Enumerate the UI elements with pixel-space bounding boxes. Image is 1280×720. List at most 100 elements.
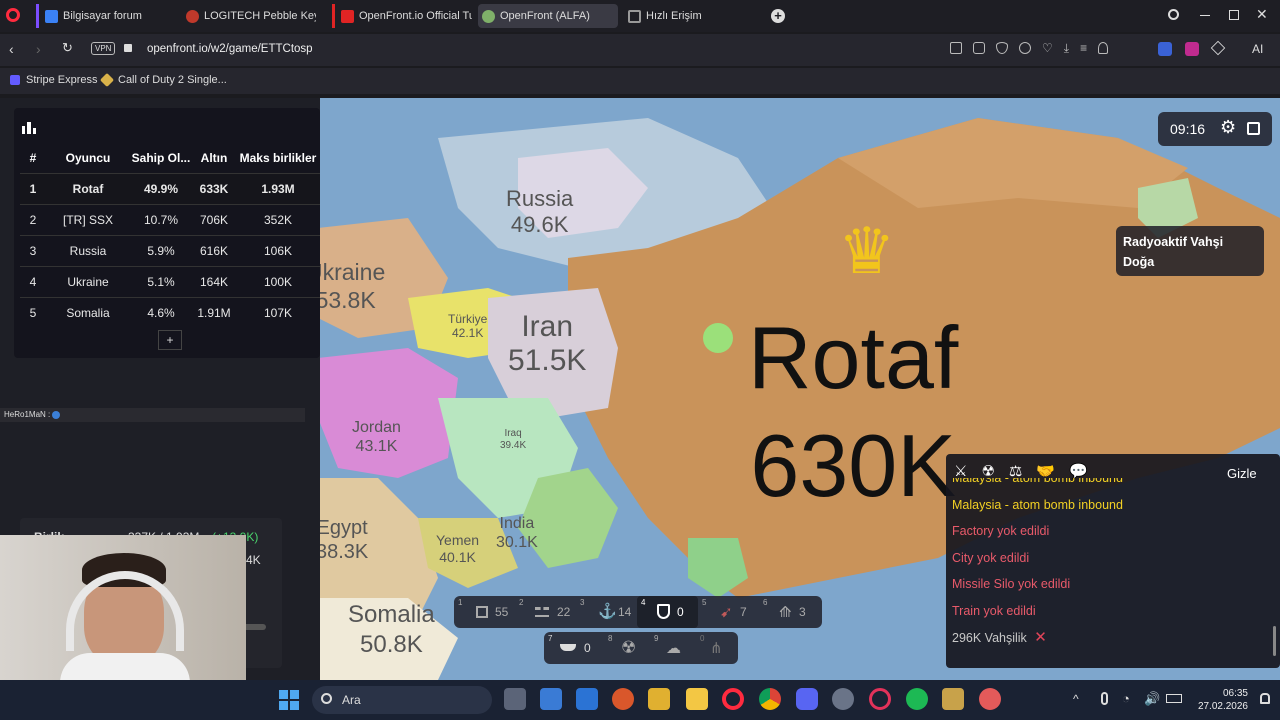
dismiss-icon[interactable]: ✕ <box>1034 629 1047 646</box>
event-item: Malaysia - atom bomb inbound <box>952 497 1123 512</box>
start-icon[interactable] <box>279 690 299 710</box>
menu-icon[interactable]: ≡ <box>1080 42 1087 56</box>
clock-time: 06:35 <box>1222 688 1248 699</box>
task-view-icon[interactable] <box>504 688 526 710</box>
media-player-icon[interactable] <box>612 688 634 710</box>
timer-panel: 09:16 ⚙ <box>1158 112 1272 146</box>
cube-icon[interactable] <box>1210 40 1226 56</box>
browser-logo-icon[interactable] <box>6 8 20 22</box>
hotkey-label: 8 <box>608 634 613 643</box>
vpn-badge[interactable]: VPN <box>91 42 116 55</box>
column-header[interactable]: Maks birlikler <box>236 143 320 173</box>
build-defense[interactable]: 4 0 <box>637 596 698 628</box>
missile-silo-icon: ➹ <box>720 604 733 621</box>
bookmark-stripe[interactable]: Stripe Express <box>10 74 98 86</box>
wifi-icon[interactable]: ◔ <box>1122 691 1130 706</box>
column-header[interactable]: Altın <box>192 143 236 173</box>
tab-bilgisayar-forum[interactable]: Bilgisayar forum <box>36 4 174 28</box>
volume-icon[interactable]: 🔊 <box>1144 691 1160 707</box>
tab-hizli-erisim[interactable]: Hızlı Erişim <box>626 4 736 28</box>
opera-gx-icon[interactable] <box>869 688 891 710</box>
profile-icon[interactable] <box>1098 42 1109 54</box>
table-row[interactable]: 2 [TR] SSX 10.7% 706K 352K <box>20 203 320 235</box>
restore-button[interactable] <box>1229 10 1239 20</box>
build-mirv[interactable]: 0 ⋔ <box>696 632 738 664</box>
column-header[interactable]: Sahip Ol... <box>130 143 192 173</box>
build-sam[interactable]: 6 ⟰ 3 <box>759 596 820 628</box>
gear-icon[interactable]: ⚙ <box>1220 117 1236 138</box>
shield-icon[interactable] <box>996 42 1008 54</box>
events-scrollbar[interactable] <box>1273 626 1276 656</box>
tab-openfront-alfa[interactable]: OpenFront (ALFA) <box>478 4 618 28</box>
country-troops: 30.1K <box>496 534 538 551</box>
table-row[interactable]: 1 Rotaf 49.9% 633K 1.93M <box>20 172 320 204</box>
search-tabs-icon[interactable] <box>1168 9 1179 20</box>
forward-button[interactable]: › <box>36 41 41 57</box>
chat-username: HeRo1MaN : <box>4 410 51 419</box>
back-button[interactable]: ‹ <box>9 41 14 57</box>
game-viewport: Russia 49.6K Iran 51.5K Ukraine 53.8K Tü… <box>0 98 1280 680</box>
bookmarks-bar: Stripe Express Call of Duty 2 Single... <box>0 68 1280 94</box>
close-window-button[interactable]: ✕ <box>1256 6 1268 23</box>
table-row[interactable]: 5 Somalia 4.6% 1.91M 107K <box>20 296 320 328</box>
extension-icon[interactable] <box>1019 42 1031 54</box>
build-missile-silo[interactable]: 5 ➹ 7 <box>698 596 759 628</box>
translate-icon[interactable] <box>1158 42 1172 56</box>
webcam-overlay <box>0 535 246 680</box>
spotify-icon[interactable] <box>906 688 928 710</box>
country-name: Iran <box>521 310 574 343</box>
store-icon[interactable] <box>540 688 562 710</box>
taskbar-search[interactable]: Ara <box>312 686 492 714</box>
camera-icon[interactable] <box>973 42 985 54</box>
table-row[interactable]: 4 Ukraine 5.1% 164K 100K <box>20 265 320 297</box>
leaderboard-header: # Oyuncu Sahip Ol... Altın Maks birlikle… <box>20 143 320 173</box>
column-header[interactable]: # <box>20 143 46 173</box>
table-row[interactable]: 3 Russia 5.9% 616K 106K <box>20 234 320 266</box>
heart-icon[interactable]: ♡ <box>1042 42 1053 56</box>
build-warship[interactable]: 7 0 <box>544 632 604 664</box>
opera-icon[interactable] <box>722 688 744 710</box>
notepad-icon[interactable] <box>648 688 670 710</box>
extension-pink-icon[interactable] <box>1185 42 1199 56</box>
edit-icon[interactable] <box>950 42 962 54</box>
minimize-button[interactable] <box>1200 15 1210 16</box>
build-city[interactable]: 1 55 <box>454 596 515 628</box>
country-name: India <box>499 515 535 532</box>
bookmark-cod2[interactable]: Call of Duty 2 Single... <box>99 72 227 88</box>
world-map[interactable]: Russia 49.6K Iran 51.5K Ukraine 53.8K Tü… <box>306 98 1280 680</box>
clock[interactable]: 06:35 27.02.2026 <box>1192 687 1248 713</box>
tray-chevron-icon[interactable]: ^ <box>1073 692 1079 706</box>
tab-logitech[interactable]: LOGITECH Pebble Keys 2 K <box>182 4 316 28</box>
build-port[interactable]: 3 ⚓ 14 <box>576 596 637 628</box>
battery-icon[interactable] <box>1166 694 1182 703</box>
owned-cell: 5.9% <box>130 234 192 266</box>
tab-openfront-tutorial[interactable]: OpenFront.io Official Tuto <box>332 4 472 28</box>
app-icon[interactable] <box>942 688 964 710</box>
search-icon <box>321 693 332 704</box>
outlook-icon[interactable] <box>576 688 598 710</box>
download-icon[interactable]: ⤓ <box>1064 42 1069 56</box>
new-tab-button[interactable]: + <box>771 9 785 23</box>
rank-cell: 1 <box>20 172 46 204</box>
settings-icon[interactable] <box>832 688 854 710</box>
game-launcher-icon[interactable] <box>979 688 1001 710</box>
bar-chart-icon[interactable] <box>22 122 36 134</box>
sam-icon: ⟰ <box>779 604 792 621</box>
column-header[interactable]: Oyuncu <box>46 143 130 173</box>
aria-ai-button[interactable]: AI <box>1252 42 1263 56</box>
expand-leaderboard-button[interactable]: + <box>158 330 182 350</box>
hydrogen-bomb-icon: ☁ <box>666 640 681 657</box>
microphone-icon[interactable] <box>1101 692 1108 705</box>
reload-button[interactable]: ↻ <box>62 40 73 56</box>
tab-label: OpenFront (ALFA) <box>500 10 590 22</box>
exit-icon[interactable] <box>1247 122 1260 135</box>
build-hydrogen-bomb[interactable]: 9 ☁ <box>650 632 696 664</box>
file-explorer-icon[interactable] <box>686 688 708 710</box>
country-troops: 630K <box>750 416 956 515</box>
url-field[interactable]: openfront.io/w2/game/ETTCtosp <box>147 43 313 55</box>
discord-icon[interactable] <box>796 688 818 710</box>
build-factory[interactable]: 2 22 <box>515 596 576 628</box>
notification-icon[interactable] <box>1260 693 1270 704</box>
chrome-icon[interactable] <box>759 688 781 710</box>
build-atom-bomb[interactable]: 8 ☢ <box>604 632 650 664</box>
